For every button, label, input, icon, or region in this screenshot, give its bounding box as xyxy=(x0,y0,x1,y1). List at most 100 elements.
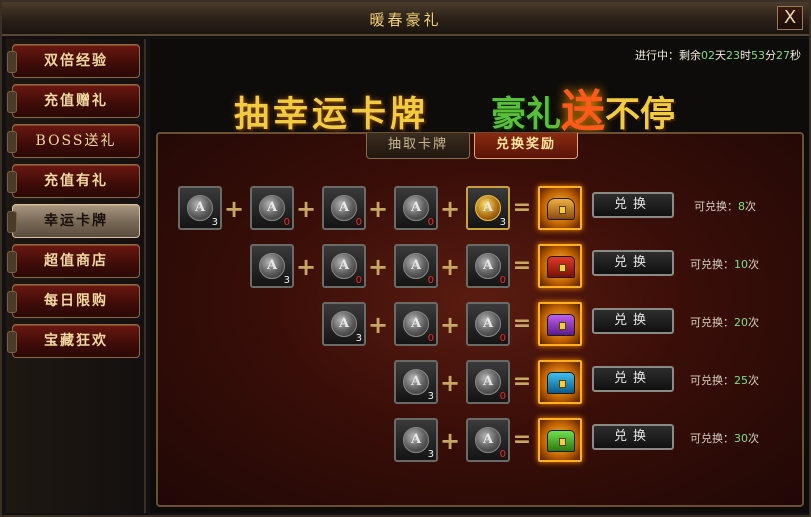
sidebar-item-daily-limit[interactable]: 每日限购 xyxy=(7,284,140,318)
timer-hours-unit: 时 xyxy=(740,49,751,62)
equals-icon: = xyxy=(512,311,532,336)
card-slot[interactable]: 0 xyxy=(466,360,510,404)
timer-seconds-unit: 秒 xyxy=(790,49,801,62)
exchange-count-value: 10 xyxy=(734,258,748,271)
banner-title-right-a: 豪礼 xyxy=(491,94,562,135)
exchange-count-unit: 次 xyxy=(748,432,759,445)
card-slot[interactable]: 0 xyxy=(250,186,294,230)
close-button[interactable]: X xyxy=(777,6,803,30)
plus-icon: + xyxy=(296,195,317,223)
card-slot[interactable]: 3 xyxy=(178,186,222,230)
exchange-button[interactable]: 兑换 xyxy=(592,308,674,334)
exchange-button[interactable]: 兑换 xyxy=(592,424,674,450)
event-window: 暖春豪礼 X 双倍经验 充值赠礼 BOSS送礼 充值有礼 幸运卡牌 超值商店 每… xyxy=(0,0,811,517)
card-slot[interactable]: 3 xyxy=(394,418,438,462)
card-icon xyxy=(331,311,357,337)
main-content: 进行中：剩余02天23时53分27秒 抽幸运卡牌 豪礼送不停 抽取卡牌 兑换奖励 … xyxy=(150,39,809,513)
card-slot[interactable]: 3 xyxy=(466,186,510,230)
banner-title-left: 抽幸运卡牌 xyxy=(234,94,430,135)
exchange-count: 可兑换：30次 xyxy=(690,430,759,446)
card-count: 0 xyxy=(499,275,506,286)
sidebar-item-lucky-cards[interactable]: 幸运卡牌 xyxy=(7,204,140,238)
timer-days: 02 xyxy=(701,49,715,62)
exchange-button[interactable]: 兑换 xyxy=(592,250,674,276)
banner-title-right-c: 不停 xyxy=(605,94,676,135)
card-slot[interactable]: 0 xyxy=(466,418,510,462)
card-slot[interactable]: 0 xyxy=(394,244,438,288)
card-icon xyxy=(475,311,501,337)
reward-item[interactable] xyxy=(538,186,582,230)
card-icon xyxy=(475,195,501,221)
exchange-count-label: 可兑换： xyxy=(690,316,734,329)
exchange-count-value: 20 xyxy=(734,316,748,329)
tab-draw-cards[interactable]: 抽取卡牌 xyxy=(366,133,470,159)
card-slot[interactable]: 0 xyxy=(322,244,366,288)
card-slot[interactable]: 3 xyxy=(394,360,438,404)
sidebar-item-treasure-carnival[interactable]: 宝藏狂欢 xyxy=(7,324,140,358)
card-count: 0 xyxy=(427,217,434,228)
card-icon xyxy=(475,253,501,279)
reward-item[interactable] xyxy=(538,244,582,288)
sidebar-item-recharge-reward[interactable]: 充值有礼 xyxy=(7,164,140,198)
window-title: 暖春豪礼 xyxy=(369,11,442,29)
reward-icon xyxy=(547,430,575,452)
equals-icon: = xyxy=(512,427,532,452)
exchange-button[interactable]: 兑换 xyxy=(592,366,674,392)
equals-icon: = xyxy=(512,253,532,278)
sidebar-item-recharge-gift[interactable]: 充值赠礼 xyxy=(7,84,140,118)
reward-item[interactable] xyxy=(538,360,582,404)
banner-title-right-b: 送 xyxy=(561,86,606,137)
card-count: 3 xyxy=(355,333,362,344)
card-icon xyxy=(331,195,357,221)
card-icon xyxy=(403,311,429,337)
card-count: 0 xyxy=(355,275,362,286)
sidebar-item-double-exp[interactable]: 双倍经验 xyxy=(7,44,140,78)
card-count: 3 xyxy=(499,217,506,228)
exchange-row: 3 + 0 + 0 + 0 = 兑换 可兑换：10次 xyxy=(250,244,798,290)
reward-item[interactable] xyxy=(538,302,582,346)
card-slot[interactable]: 0 xyxy=(466,244,510,288)
card-icon xyxy=(475,369,501,395)
card-icon xyxy=(475,427,501,453)
card-icon xyxy=(187,195,213,221)
card-count: 0 xyxy=(355,217,362,228)
plus-icon: + xyxy=(368,195,389,223)
card-icon xyxy=(403,369,429,395)
plus-icon: + xyxy=(296,253,317,281)
title-bar: 暖春豪礼 X xyxy=(2,2,809,36)
card-count: 0 xyxy=(499,391,506,402)
exchange-count-label: 可兑换： xyxy=(690,374,734,387)
card-icon xyxy=(403,253,429,279)
reward-icon xyxy=(547,198,575,220)
card-icon xyxy=(403,427,429,453)
exchange-row: 3 + 0 = 兑换 可兑换：25次 xyxy=(394,360,798,406)
reward-icon xyxy=(547,372,575,394)
card-slot[interactable]: 0 xyxy=(466,302,510,346)
card-count: 3 xyxy=(211,217,218,228)
equals-icon: = xyxy=(512,195,532,220)
card-count: 0 xyxy=(499,333,506,344)
card-count: 0 xyxy=(427,333,434,344)
card-slot[interactable]: 3 xyxy=(250,244,294,288)
plus-icon: + xyxy=(440,369,461,397)
exchange-row: 3 + 0 + 0 + 0 + 3 = 兑换 可兑换：8次 xyxy=(178,186,798,232)
sidebar-item-value-shop[interactable]: 超值商店 xyxy=(7,244,140,278)
sidebar-item-boss-gift[interactable]: BOSS送礼 xyxy=(7,124,140,158)
exchange-row: 3 + 0 = 兑换 可兑换：30次 xyxy=(394,418,798,464)
card-count: 0 xyxy=(427,275,434,286)
plus-icon: + xyxy=(440,253,461,281)
plus-icon: + xyxy=(224,195,245,223)
plus-icon: + xyxy=(440,195,461,223)
card-slot[interactable]: 0 xyxy=(394,186,438,230)
card-slot[interactable]: 3 xyxy=(322,302,366,346)
card-slot[interactable]: 0 xyxy=(322,186,366,230)
plus-icon: + xyxy=(368,311,389,339)
exchange-count: 可兑换：10次 xyxy=(690,256,759,272)
reward-item[interactable] xyxy=(538,418,582,462)
tab-exchange-rewards[interactable]: 兑换奖励 xyxy=(474,133,578,159)
timer-days-unit: 天 xyxy=(715,49,726,62)
timer-minutes: 53 xyxy=(751,49,765,62)
reward-icon xyxy=(547,256,575,278)
exchange-button[interactable]: 兑换 xyxy=(592,192,674,218)
card-slot[interactable]: 0 xyxy=(394,302,438,346)
